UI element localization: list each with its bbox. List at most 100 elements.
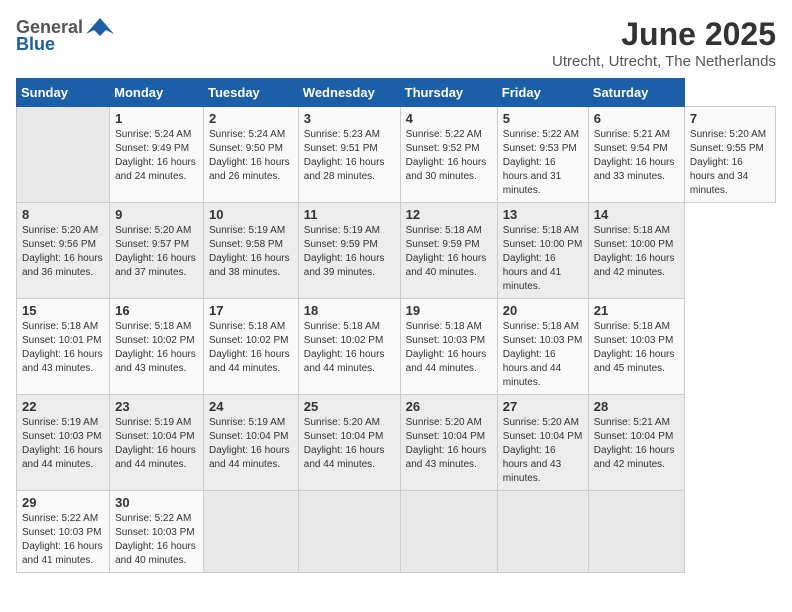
header-tuesday: Tuesday xyxy=(204,79,299,107)
day-info: Sunrise: 5:20 AMSunset: 10:04 PMDaylight… xyxy=(304,416,395,472)
day-number: 29 xyxy=(22,495,104,510)
logo: General Blue xyxy=(16,16,114,55)
day-info: Sunrise: 5:18 AMSunset: 10:02 PMDaylight… xyxy=(304,320,395,376)
day-info: Sunrise: 5:19 AMSunset: 10:04 PMDaylight… xyxy=(115,416,198,472)
day-number: 14 xyxy=(594,207,679,222)
day-info: Sunrise: 5:18 AMSunset: 10:02 PMDaylight… xyxy=(209,320,293,376)
header-friday: Friday xyxy=(497,79,588,107)
day-number: 19 xyxy=(406,303,492,318)
table-row: 4Sunrise: 5:22 AMSunset: 9:52 PMDaylight… xyxy=(400,107,497,203)
day-number: 18 xyxy=(304,303,395,318)
title-section: June 2025 Utrecht, Utrecht, The Netherla… xyxy=(552,16,776,70)
day-number: 15 xyxy=(22,303,104,318)
calendar-week-row: 8 Sunrise: 5:20 AMSunset: 9:56 PMDaylight… xyxy=(17,203,776,299)
day-number: 26 xyxy=(406,399,492,414)
day-info: Sunrise: 5:21 AMSunset: 9:54 PMDaylight:… xyxy=(594,128,679,184)
header-thursday: Thursday xyxy=(400,79,497,107)
table-row xyxy=(204,491,299,573)
day-number: 4 xyxy=(406,111,492,126)
table-row xyxy=(497,491,588,573)
table-row: 27 Sunrise: 5:20 AMSunset: 10:04 PMDaylig… xyxy=(497,395,588,491)
day-number: 5 xyxy=(503,111,583,126)
table-row: 30Sunrise: 5:22 AMSunset: 10:03 PMDaylig… xyxy=(110,491,204,573)
table-row: 23 Sunrise: 5:19 AMSunset: 10:04 PMDaylig… xyxy=(110,395,204,491)
day-info: Sunrise: 5:22 AMSunset: 9:53 PMDaylight:… xyxy=(503,128,583,198)
day-number: 24 xyxy=(209,399,293,414)
day-number: 17 xyxy=(209,303,293,318)
day-number: 9 xyxy=(115,207,198,222)
table-row xyxy=(17,107,110,203)
header-sunday: Sunday xyxy=(17,79,110,107)
logo-bird-icon xyxy=(86,16,114,38)
table-row: 15 Sunrise: 5:18 AMSunset: 10:01 PMDaylig… xyxy=(17,299,110,395)
table-row: 19 Sunrise: 5:18 AMSunset: 10:03 PMDaylig… xyxy=(400,299,497,395)
day-info: Sunrise: 5:19 AMSunset: 9:58 PMDaylight:… xyxy=(209,224,293,280)
day-info: Sunrise: 5:24 AMSunset: 9:50 PMDaylight:… xyxy=(209,128,293,184)
table-row: 14 Sunrise: 5:18 AMSunset: 10:00 PMDaylig… xyxy=(588,203,684,299)
day-number: 10 xyxy=(209,207,293,222)
day-info: Sunrise: 5:18 AMSunset: 10:03 PMDaylight… xyxy=(594,320,679,376)
header-saturday: Saturday xyxy=(588,79,684,107)
day-number: 23 xyxy=(115,399,198,414)
day-info: Sunrise: 5:22 AMSunset: 10:03 PMDaylight… xyxy=(22,512,104,568)
day-info: Sunrise: 5:18 AMSunset: 10:00 PMDaylight… xyxy=(594,224,679,280)
table-row: 26 Sunrise: 5:20 AMSunset: 10:04 PMDaylig… xyxy=(400,395,497,491)
table-row: 6 Sunrise: 5:21 AMSunset: 9:54 PMDaylight… xyxy=(588,107,684,203)
table-row: 17 Sunrise: 5:18 AMSunset: 10:02 PMDaylig… xyxy=(204,299,299,395)
day-number: 16 xyxy=(115,303,198,318)
day-number: 20 xyxy=(503,303,583,318)
table-row: 3 Sunrise: 5:23 AMSunset: 9:51 PMDaylight… xyxy=(298,107,400,203)
day-info: Sunrise: 5:18 AMSunset: 10:03 PMDaylight… xyxy=(406,320,492,376)
day-number: 28 xyxy=(594,399,679,414)
table-row: 10 Sunrise: 5:19 AMSunset: 9:58 PMDayligh… xyxy=(204,203,299,299)
calendar-table: Sunday Monday Tuesday Wednesday Thursday… xyxy=(16,78,776,573)
table-row: 25 Sunrise: 5:20 AMSunset: 10:04 PMDaylig… xyxy=(298,395,400,491)
table-row: 18 Sunrise: 5:18 AMSunset: 10:02 PMDaylig… xyxy=(298,299,400,395)
day-number: 12 xyxy=(406,207,492,222)
table-row xyxy=(298,491,400,573)
day-number: 6 xyxy=(594,111,679,126)
day-number: 1 xyxy=(115,111,198,126)
day-number: 30 xyxy=(115,495,198,510)
day-info: Sunrise: 5:23 AMSunset: 9:51 PMDaylight:… xyxy=(304,128,395,184)
table-row: 2 Sunrise: 5:24 AMSunset: 9:50 PMDaylight… xyxy=(204,107,299,203)
table-row: 13 Sunrise: 5:18 AMSunset: 10:00 PMDaylig… xyxy=(497,203,588,299)
day-info: Sunrise: 5:20 AMSunset: 10:04 PMDaylight… xyxy=(406,416,492,472)
table-row: 20 Sunrise: 5:18 AMSunset: 10:03 PMDaylig… xyxy=(497,299,588,395)
day-number: 22 xyxy=(22,399,104,414)
day-info: Sunrise: 5:18 AMSunset: 10:03 PMDaylight… xyxy=(503,320,583,390)
table-row: 11Sunrise: 5:19 AMSunset: 9:59 PMDayligh… xyxy=(298,203,400,299)
calendar-week-row: 22 Sunrise: 5:19 AMSunset: 10:03 PMDaylig… xyxy=(17,395,776,491)
calendar-week-row: 29 Sunrise: 5:22 AMSunset: 10:03 PMDaylig… xyxy=(17,491,776,573)
table-row: 29 Sunrise: 5:22 AMSunset: 10:03 PMDaylig… xyxy=(17,491,110,573)
day-number: 21 xyxy=(594,303,679,318)
day-info: Sunrise: 5:24 AMSunset: 9:49 PMDaylight:… xyxy=(115,128,198,184)
day-info: Sunrise: 5:20 AMSunset: 9:56 PMDaylight:… xyxy=(22,224,104,280)
location-subtitle: Utrecht, Utrecht, The Netherlands xyxy=(552,53,776,70)
day-number: 27 xyxy=(503,399,583,414)
table-row: 16Sunrise: 5:18 AMSunset: 10:02 PMDaylig… xyxy=(110,299,204,395)
header-wednesday: Wednesday xyxy=(298,79,400,107)
day-number: 7 xyxy=(690,111,770,126)
day-number: 3 xyxy=(304,111,395,126)
table-row: 1 Sunrise: 5:24 AMSunset: 9:49 PMDaylight… xyxy=(110,107,204,203)
header-monday: Monday xyxy=(110,79,204,107)
calendar-week-row: 15 Sunrise: 5:18 AMSunset: 10:01 PMDaylig… xyxy=(17,299,776,395)
day-info: Sunrise: 5:19 AMSunset: 10:03 PMDaylight… xyxy=(22,416,104,472)
day-info: Sunrise: 5:21 AMSunset: 10:04 PMDaylight… xyxy=(594,416,679,472)
table-row: 7Sunrise: 5:20 AMSunset: 9:55 PMDaylight… xyxy=(684,107,775,203)
logo-blue-text: Blue xyxy=(16,34,55,55)
day-info: Sunrise: 5:18 AMSunset: 10:01 PMDaylight… xyxy=(22,320,104,376)
day-info: Sunrise: 5:20 AMSunset: 10:04 PMDaylight… xyxy=(503,416,583,486)
table-row: 5 Sunrise: 5:22 AMSunset: 9:53 PMDaylight… xyxy=(497,107,588,203)
day-number: 2 xyxy=(209,111,293,126)
day-number: 13 xyxy=(503,207,583,222)
day-number: 8 xyxy=(22,207,104,222)
table-row: 9Sunrise: 5:20 AMSunset: 9:57 PMDaylight… xyxy=(110,203,204,299)
table-row: 12Sunrise: 5:18 AMSunset: 9:59 PMDayligh… xyxy=(400,203,497,299)
calendar-header-row: Sunday Monday Tuesday Wednesday Thursday… xyxy=(17,79,776,107)
table-row: 28 Sunrise: 5:21 AMSunset: 10:04 PMDaylig… xyxy=(588,395,684,491)
day-info: Sunrise: 5:18 AMSunset: 10:00 PMDaylight… xyxy=(503,224,583,294)
day-number: 25 xyxy=(304,399,395,414)
table-row xyxy=(400,491,497,573)
